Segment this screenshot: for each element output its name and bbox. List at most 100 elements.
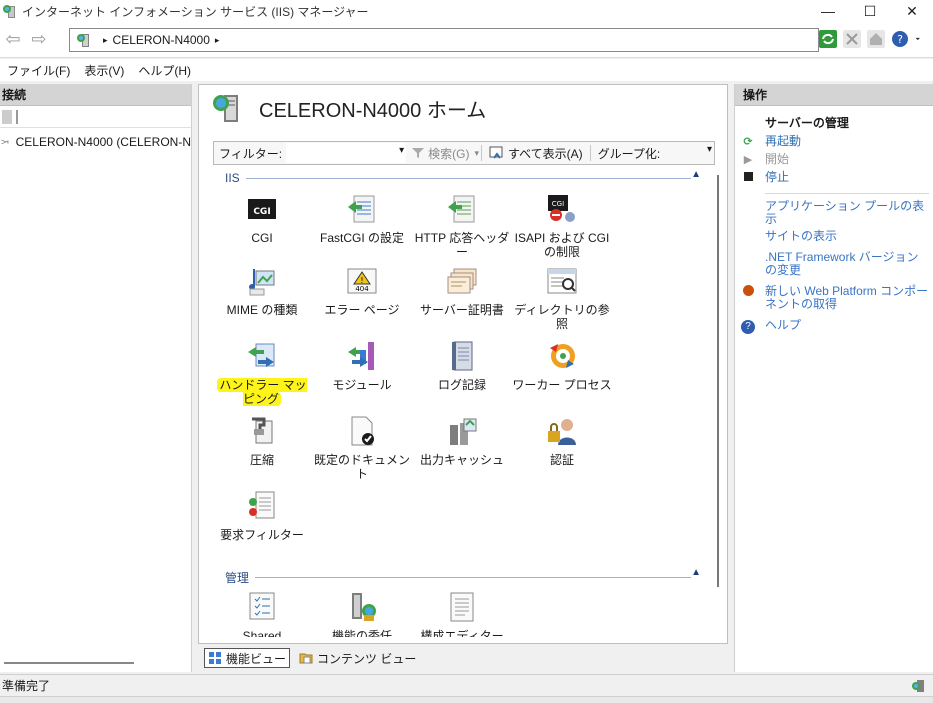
server-icon <box>77 34 89 47</box>
search-label: 検索(G) <box>428 146 470 161</box>
network-status-icon <box>912 680 924 692</box>
authentication-icon <box>548 419 576 445</box>
feature-compression[interactable]: 圧縮 <box>212 415 312 467</box>
address-bar: ⇦ ⇨ ▸ CELERON-N4000 ▸ ? <box>0 22 933 58</box>
feature-handler-mappings[interactable]: ハンドラー マッピング <box>212 340 312 406</box>
breadcrumb-arrow-icon[interactable]: ▸ <box>215 35 220 46</box>
directory-browsing-icon <box>547 268 577 294</box>
group-header-iis[interactable]: IIS ▲ <box>225 169 701 185</box>
action-change-framework[interactable]: .NET Framework バージョンの変更 <box>735 243 933 277</box>
feature-error-pages[interactable]: ! 404 エラー ページ <box>312 265 412 317</box>
feature-cgi[interactable]: CGI CGI <box>212 193 312 245</box>
feature-server-certificates[interactable]: サーバー証明書 <box>412 265 512 317</box>
show-all-button[interactable]: すべて表示(A) <box>484 145 588 162</box>
action-view-app-pools-label[interactable]: アプリケーション プールの表示 <box>765 200 929 226</box>
logging-icon <box>452 341 473 371</box>
action-start-label[interactable]: 開始 <box>765 153 789 166</box>
toolbar-divider <box>16 109 18 124</box>
feature-isapi-cgi-restrictions[interactable]: CGI ISAPI および CGI の制限 <box>512 193 612 259</box>
maximize-button[interactable]: ☐ <box>849 0 891 22</box>
stop-square-icon <box>741 171 755 185</box>
feature-label: HTTP 応答ヘッダー <box>414 231 510 259</box>
forward-arrow-icon[interactable]: ⇨ <box>28 30 50 50</box>
filter-input[interactable] <box>286 143 407 163</box>
feature-label: 出力キャッシュ <box>419 453 504 467</box>
feature-label: モジュール <box>332 378 392 392</box>
feature-label: FastCGI の設定 <box>319 231 404 245</box>
feature-authentication[interactable]: 認証 <box>512 415 612 467</box>
action-view-sites-label[interactable]: サイトの表示 <box>765 230 837 243</box>
address-field[interactable]: ▸ CELERON-N4000 ▸ <box>69 28 819 52</box>
configuration-editor-icon <box>450 592 474 622</box>
group-by-label: グループ化: <box>597 146 661 161</box>
connect-icon[interactable] <box>2 109 12 124</box>
feature-output-caching[interactable]: 出力キャッシュ <box>412 415 512 467</box>
content-view-label: コンテンツ ビュー <box>317 651 417 666</box>
feature-request-filtering[interactable]: 要求フィルター <box>212 490 312 542</box>
action-help[interactable]: ? ヘルプ <box>735 311 933 334</box>
collapse-caret-icon[interactable]: ▲ <box>691 567 701 578</box>
action-stop-label[interactable]: 停止 <box>765 171 789 184</box>
feature-mime-types[interactable]: MIME の種類 <box>212 265 312 317</box>
feature-label: 既定のドキュメント <box>313 453 410 481</box>
action-get-web-platform[interactable]: 新しい Web Platform コンポーネントの取得 <box>735 277 933 311</box>
breadcrumb-arrow-icon[interactable]: ▸ <box>103 35 108 46</box>
separator <box>589 145 591 161</box>
action-restart-label[interactable]: 再起動 <box>765 135 801 148</box>
action-get-web-platform-label[interactable]: 新しい Web Platform コンポーネントの取得 <box>765 285 929 311</box>
feature-label: Shared <box>242 629 282 637</box>
action-view-app-pools[interactable]: アプリケーション プールの表示 <box>735 196 933 226</box>
features-view-icon <box>209 652 221 664</box>
group-header-manage[interactable]: 管理 ▲ <box>225 567 701 586</box>
feature-configuration-editor[interactable]: 構成エディター <box>412 591 512 637</box>
feature-default-document[interactable]: 既定のドキュメント <box>312 415 412 481</box>
action-change-framework-label[interactable]: .NET Framework バージョンの変更 <box>765 251 929 277</box>
group-label-manage: 管理 <box>225 571 250 585</box>
action-restart[interactable]: ⟳ 再起動 <box>735 131 933 149</box>
vertical-scrollbar[interactable] <box>717 175 719 587</box>
close-button[interactable]: ✕ <box>891 0 933 22</box>
action-view-sites[interactable]: サイトの表示 <box>735 226 933 243</box>
feature-label: MIME の種類 <box>226 303 298 317</box>
group-label-iis: IIS <box>225 171 240 185</box>
features-view-button[interactable]: 機能ビュー <box>204 648 291 668</box>
web-platform-icon <box>741 285 755 299</box>
feature-directory-browsing[interactable]: ディレクトリの参照 <box>512 265 612 331</box>
scroll-down-icon[interactable]: ▾ <box>707 144 712 155</box>
feature-delegation[interactable]: 機能の委任 <box>312 591 412 637</box>
feature-modules[interactable]: モジュール <box>312 340 412 392</box>
feature-worker-processes[interactable]: ワーカー プロセス <box>512 340 612 392</box>
tree-item-server[interactable]: > CELERON-N4000 (CELERON-N <box>0 132 191 152</box>
feature-label: エラー ページ <box>324 303 400 317</box>
error-pages-icon: !404 <box>347 268 377 294</box>
search-button[interactable]: 検索(G) <box>406 145 474 162</box>
action-help-label[interactable]: ヘルプ <box>765 319 801 332</box>
features-view-label: 機能ビュー <box>226 651 287 666</box>
horizontal-scrollbar[interactable] <box>4 662 134 664</box>
refresh-icon[interactable] <box>819 30 837 48</box>
action-stop[interactable]: 停止 <box>735 167 933 185</box>
dropdown-arrow-icon[interactable] <box>915 30 925 48</box>
stop-icon[interactable] <box>843 30 861 48</box>
fastcgi-icon <box>348 195 375 223</box>
menu-help[interactable]: ヘルプ(H) <box>131 62 198 79</box>
features-panel: CELERON-N4000 ホーム フィルター: 検索(G) ▾ すべて表示(A… <box>198 84 728 644</box>
action-start[interactable]: ▶ 開始 <box>735 149 933 167</box>
menu-view[interactable]: 表示(V) <box>77 62 131 79</box>
breadcrumb-server[interactable]: CELERON-N4000 <box>113 33 210 47</box>
help-icon[interactable]: ? <box>891 30 909 48</box>
feature-fastcgi[interactable]: FastCGI の設定 <box>312 193 412 245</box>
menu-file[interactable]: ファイル(F) <box>0 62 77 79</box>
tree-item-label[interactable]: CELERON-N4000 (CELERON-N <box>16 135 191 149</box>
collapse-caret-icon[interactable]: ▲ <box>691 169 701 180</box>
feature-label: 認証 <box>549 453 574 467</box>
minimize-button[interactable]: — <box>807 0 849 22</box>
search-dropdown-icon[interactable]: ▾ <box>474 148 479 159</box>
home-icon[interactable] <box>867 30 885 48</box>
feature-logging[interactable]: ログ記録 <box>412 340 512 392</box>
feature-http-response-headers[interactable]: HTTP 応答ヘッダー <box>412 193 512 259</box>
feature-shared-configuration[interactable]: Shared <box>212 591 312 637</box>
svg-text:CGI: CGI <box>253 207 270 217</box>
content-view-button[interactable]: コンテンツ ビュー <box>296 648 419 668</box>
back-arrow-icon[interactable]: ⇦ <box>2 30 24 50</box>
